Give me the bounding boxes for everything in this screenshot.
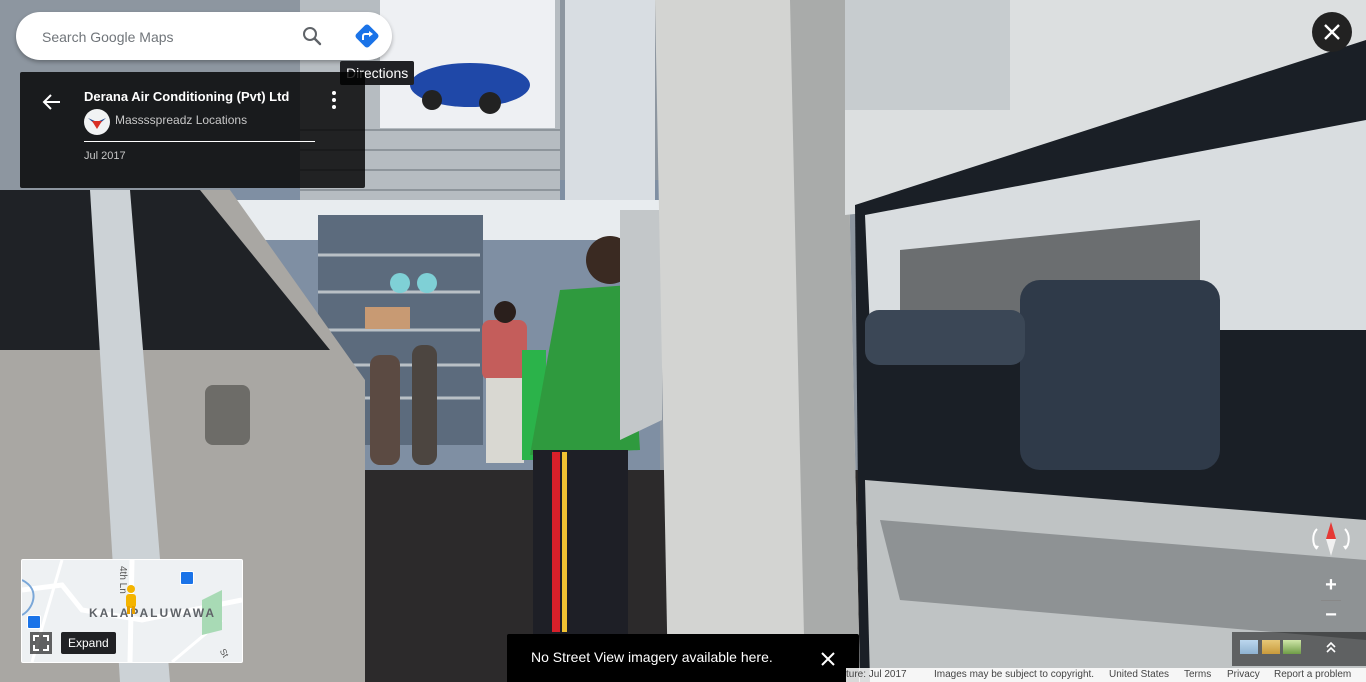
region-link[interactable]: United States [1109,669,1169,680]
copyright-notice: Images may be subject to copyright. [934,669,1095,680]
bus-stop-icon [27,615,41,629]
imagery-thumbnail[interactable] [1283,640,1301,654]
area-label: KALAPALUWAWA [89,606,217,620]
divider [1321,600,1341,601]
compass-icon[interactable] [1308,518,1354,560]
more-vert-icon[interactable] [324,88,344,112]
report-problem-link[interactable]: Report a problem [1274,669,1351,680]
zoom-out-button[interactable]: − [1318,602,1344,628]
close-icon [1324,24,1340,40]
snackbar-message: No Street View imagery available here. [531,649,773,665]
imagery-thumbnail[interactable] [1262,640,1280,654]
mini-map[interactable]: 4th Ln St KALAPALUWAWA [21,559,243,663]
zoom-controls: + − [1318,572,1344,628]
search-input[interactable] [40,12,294,62]
author-link[interactable]: Masssspreadz Locations [115,113,247,127]
capture-info: ture: Jul 2017 [846,669,907,680]
close-street-view-button[interactable] [1312,12,1352,52]
capture-date: Jul 2017 [84,150,126,162]
privacy-link[interactable]: Privacy [1227,669,1260,680]
chevron-up-icon[interactable] [1324,640,1338,654]
search-icon[interactable] [300,24,324,48]
imagery-strip [1232,632,1366,666]
imagery-thumbnail[interactable] [1240,640,1258,654]
snackbar: No Street View imagery available here. [507,634,859,682]
fullscreen-icon[interactable] [30,632,52,654]
pegman-icon[interactable] [122,584,140,619]
search-box [16,12,392,62]
divider [84,141,315,142]
footer-bar: ture: Jul 2017 Images may be subject to … [846,668,1366,682]
author-avatar[interactable] [84,109,110,135]
bus-stop-icon [180,571,194,585]
place-name[interactable]: Derana Air Conditioning (Pvt) Ltd [84,89,289,104]
terms-link[interactable]: Terms [1184,669,1211,680]
place-info-card: Derana Air Conditioning (Pvt) Ltd Massss… [20,72,365,188]
expand-tooltip: Expand [61,632,116,654]
zoom-in-button[interactable]: + [1318,572,1344,598]
directions-icon[interactable] [353,22,381,50]
close-icon[interactable] [819,650,837,668]
arrow-back-icon[interactable] [40,90,64,114]
